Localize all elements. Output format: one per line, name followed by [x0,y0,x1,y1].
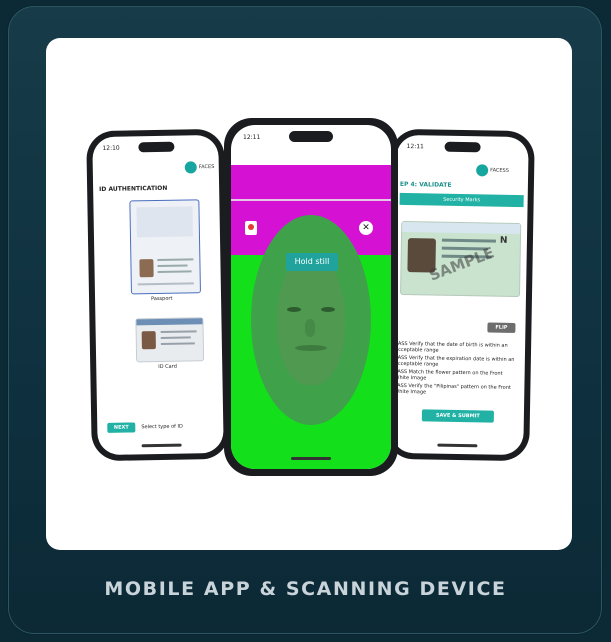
right-phone: 12:11 FACESS EP 4: VALIDATE Security Mar… [385,128,535,462]
center-phone: 12:11 Hold still ✕ [224,118,398,476]
id-card-label: ID Card [158,363,177,371]
passport-card[interactable] [129,199,201,295]
caption: MOBILE APP & SCANNING DEVICE [104,578,507,600]
hold-still-hint: Hold still [286,253,338,271]
white-strip [231,199,391,201]
right-status-time: 12:11 [406,143,424,151]
close-icon[interactable]: ✕ [359,221,373,235]
camera-icon[interactable] [245,221,257,235]
select-type-link[interactable]: Select type of ID [141,424,183,431]
left-brand: FACES [198,163,215,171]
left-phone: 12:10 FACES ID AUTHENTICATION Passport I [86,128,230,462]
security-banner: Security Marks [399,192,524,208]
left-heading: ID AUTHENTICATION [99,184,168,194]
sample-id-image: N SAMPLE [399,220,522,298]
left-status-time: 12:10 [102,144,120,152]
check-1: PASS Verify that the date of birth is wi… [394,340,508,354]
save-submit-button[interactable]: SAVE & SUBMIT [421,409,494,423]
check-2: PASS Verify that the expiration date is … [394,354,515,368]
right-brand: FACESS [490,167,509,174]
check-3: PASS Match the flower pattern on the Fro… [394,368,503,382]
center-phone-screen: 12:11 Hold still ✕ [231,125,391,469]
center-status-time: 12:11 [243,134,261,141]
facess-logo-icon [476,164,489,177]
left-phone-screen: 12:10 FACES ID AUTHENTICATION Passport I [92,134,224,456]
step-title: EP 4: VALIDATE [399,180,452,189]
right-phone-screen: 12:11 FACESS EP 4: VALIDATE Security Mar… [391,134,529,456]
faces-logo-icon [184,161,197,174]
screenshot-panel: 12:10 FACES ID AUTHENTICATION Passport I [46,38,572,550]
check-4: PASS Verify the "Pilipinas" pattern on t… [394,382,511,396]
passport-label: Passport [151,295,173,303]
flip-button[interactable]: FLIP [487,322,516,333]
face-oval [251,215,371,425]
next-button[interactable]: NEXT [107,422,136,433]
id-card[interactable] [135,317,205,363]
